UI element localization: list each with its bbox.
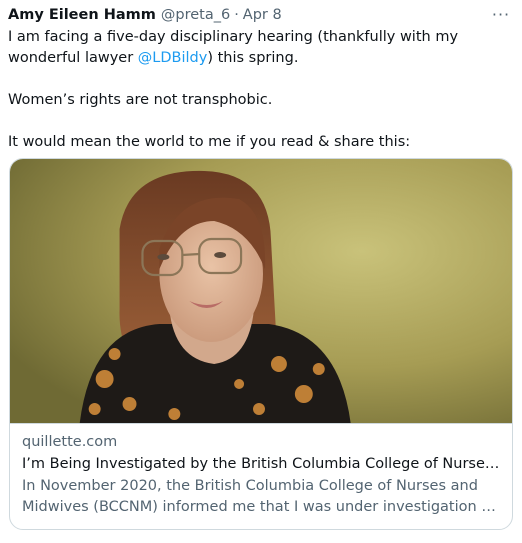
card-title: I’m Being Investigated by the British Co…	[22, 456, 500, 472]
tweet-header: Amy Eileen Hamm @preta_6 · Apr 8	[8, 4, 514, 26]
more-horizontal-icon[interactable]: ···	[490, 4, 512, 24]
card-meta[interactable]: quillette.com I’m Being Investigated by …	[10, 424, 512, 518]
link-card[interactable]: quillette.com I’m Being Investigated by …	[9, 158, 513, 530]
card-description-line1: In November 2020, the British Columbia C…	[22, 478, 478, 494]
card-domain: quillette.com	[22, 434, 118, 450]
article-photo[interactable]	[10, 159, 512, 424]
author-name[interactable]: Amy Eileen Hamm	[8, 7, 156, 23]
separator-dot: ·	[234, 7, 239, 23]
author-handle[interactable]: @preta_6	[161, 7, 230, 23]
mention-link[interactable]: @LDBildy	[138, 50, 208, 66]
tweet-text: I am facing a five-day disciplinary hear…	[8, 27, 514, 153]
tweet[interactable]: Amy Eileen Hamm @preta_6 · Apr 8 ··· I a…	[0, 0, 522, 543]
tweet-date[interactable]: Apr 8	[243, 7, 282, 23]
card-description-line2: Midwives (BCCNM) informed me that I was …	[22, 499, 500, 515]
